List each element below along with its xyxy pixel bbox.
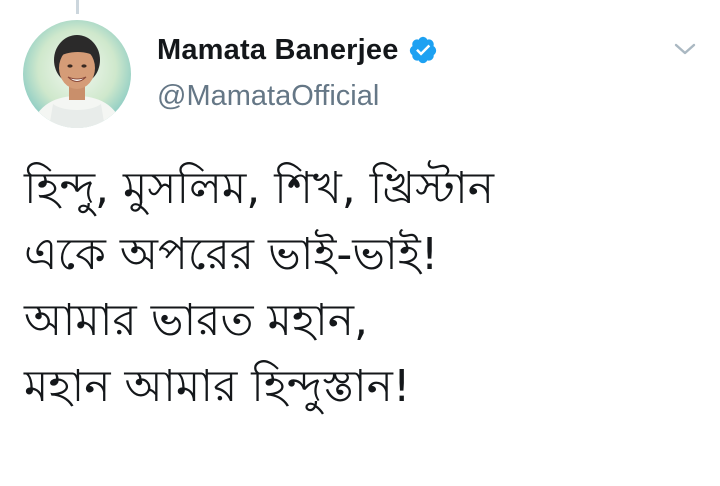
avatar[interactable] [23, 20, 131, 128]
thread-connector-line [76, 0, 79, 14]
tweet-text-line: মহান আমার হিন্দুস্তান! [24, 361, 411, 412]
tweet-text: হিন্দু, মুসলিম, শিখ, খ্রিস্টান একে অপরের… [24, 156, 704, 420]
author-name-row[interactable]: Mamata Banerjee [157, 30, 438, 70]
tweet-text-line: হিন্দু, মুসলিম, শিখ, খ্রিস্টান [24, 163, 495, 214]
tweet-menu-button[interactable] [668, 34, 702, 64]
tweet-text-line: আমার ভারত মহান, [24, 295, 369, 346]
author-display-name[interactable]: Mamata Banerjee [157, 34, 399, 67]
tweet-text-line: একে অপরের ভাই-ভাই! [24, 229, 439, 280]
verified-badge-icon [408, 35, 438, 65]
author-handle[interactable]: @MamataOfficial [157, 80, 379, 113]
chevron-down-icon [674, 43, 696, 55]
profile-photo-icon [23, 20, 131, 128]
